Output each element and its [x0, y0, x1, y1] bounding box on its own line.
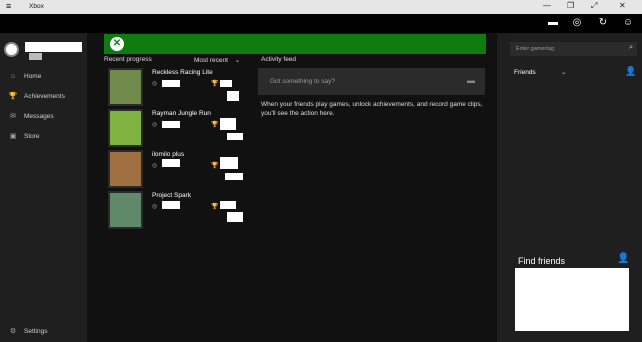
friends-panel: Enter gamertag ⌕ Friends ⌄ 👤 Find friend…: [505, 33, 642, 342]
game-art: [108, 68, 143, 106]
nav-home-label: Home: [24, 72, 42, 80]
restore-icon[interactable]: ❐: [567, 1, 574, 10]
smile-icon[interactable]: ☺: [622, 17, 634, 29]
achievements-redacted: [220, 201, 236, 209]
top-toolbar: ▬ ◎ ↻ ☺: [0, 14, 642, 33]
store-icon: ▣: [9, 133, 17, 140]
add-friend-icon[interactable]: 👤: [617, 253, 629, 264]
gamerscore-redacted: [29, 53, 42, 60]
nav-achievements-label: Achievements: [24, 92, 65, 100]
title-bar: ≡ Xbox — ❐ ⤢ ✕: [0, 0, 642, 14]
search-placeholder: Enter gamertag: [516, 46, 554, 52]
game-title: Reckless Racing Lite: [152, 69, 213, 76]
game-art: [108, 150, 143, 188]
gamerscore-icon: ◎: [152, 81, 158, 87]
game-title: ilomilo plus: [152, 151, 185, 158]
game-title: Project Spark: [152, 192, 192, 199]
nav-store[interactable]: ▣ Store: [8, 131, 40, 141]
game-art: [108, 109, 143, 147]
expand-icon[interactable]: ⤢: [591, 1, 597, 11]
game-tile[interactable]: Project Spark ◎ 🏆: [105, 191, 243, 231]
game-tile[interactable]: ilomilo plus ◎ 🏆: [105, 150, 243, 190]
trophy-icon: 🏆: [211, 81, 219, 87]
post-input[interactable]: Got something to say? ▬: [258, 68, 485, 95]
gamerscore-icon: ◎: [152, 204, 158, 210]
chevron-down-icon[interactable]: ⌄: [561, 68, 566, 76]
chevron-down-icon: ⌄: [234, 57, 241, 64]
game-tile[interactable]: Rayman Jungle Run ◎ 🏆: [105, 109, 243, 149]
gamerscore-redacted: [162, 121, 180, 128]
achievements-redacted: [220, 157, 238, 169]
speech-bubble-icon[interactable]: ▬: [467, 76, 475, 85]
trophy-icon: 🏆: [211, 163, 219, 169]
nav-store-label: Store: [24, 132, 40, 140]
nav-home[interactable]: ⌂ Home: [8, 71, 41, 81]
achievements-redacted: [220, 118, 236, 130]
sort-label: Most recent: [194, 57, 228, 64]
gamertag-redacted: [25, 42, 82, 52]
gamerscore-redacted: [162, 80, 180, 87]
find-friends-redacted: [515, 268, 629, 331]
gear-icon: ⚙: [9, 328, 17, 335]
globe-icon[interactable]: ◎: [571, 17, 583, 29]
trophy-icon: 🏆: [211, 204, 219, 210]
trophy-icon: 🏆: [211, 122, 219, 128]
progress-redacted: [227, 133, 243, 140]
gamerscore-icon: ◎: [152, 122, 158, 128]
game-tile[interactable]: Reckless Racing Lite ◎ 🏆: [105, 68, 239, 108]
messages-icon[interactable]: ▬: [547, 17, 559, 29]
post-placeholder: Got something to say?: [270, 78, 336, 85]
sync-icon[interactable]: ↻: [597, 17, 609, 29]
left-nav: ⌂ Home 🏆 Achievements ✉ Messages ▣ Store…: [0, 33, 87, 342]
progress-redacted: [227, 91, 239, 101]
nav-settings-label: Settings: [24, 327, 48, 335]
feed-empty-message: When your friends play games, unlock ach…: [261, 101, 483, 117]
search-icon[interactable]: ⌕: [629, 44, 633, 52]
achievements-redacted: [220, 80, 232, 87]
nav-messages-label: Messages: [24, 112, 54, 120]
nav-settings[interactable]: ⚙ Settings: [8, 326, 48, 336]
game-title: Rayman Jungle Run: [152, 110, 211, 117]
main-content: ✕ Recent progress Most recent ⌄ Reckless…: [87, 33, 497, 342]
close-icon[interactable]: ✕: [619, 1, 626, 10]
friends-dropdown-label[interactable]: Friends: [514, 69, 536, 76]
gamertag-search-input[interactable]: Enter gamertag ⌕: [510, 42, 637, 56]
progress-redacted: [227, 212, 243, 222]
trophy-icon: 🏆: [8, 93, 18, 100]
window-title: Xbox: [29, 3, 44, 10]
hamburger-menu-icon[interactable]: ≡: [6, 1, 11, 11]
gamerscore-redacted: [162, 201, 180, 209]
activity-feed-label: Activity feed: [261, 56, 297, 63]
profile-banner: ✕: [104, 34, 486, 54]
minimize-icon[interactable]: —: [543, 1, 551, 10]
envelope-icon: ✉: [10, 113, 16, 120]
recent-progress-label: Recent progress: [104, 56, 152, 63]
sort-dropdown[interactable]: Most recent ⌄: [194, 56, 240, 64]
xbox-logo-icon: ✕: [110, 37, 124, 51]
home-icon: ⌂: [10, 72, 16, 80]
nav-achievements[interactable]: 🏆 Achievements: [8, 91, 65, 101]
gamerscore-icon: ◎: [152, 163, 158, 169]
avatar[interactable]: [4, 42, 19, 57]
find-friends-label: Find friends: [518, 256, 566, 266]
nav-messages[interactable]: ✉ Messages: [8, 111, 54, 121]
add-friend-icon[interactable]: 👤: [625, 66, 636, 77]
progress-redacted: [225, 173, 243, 180]
gamerscore-redacted: [162, 159, 180, 167]
game-art: [108, 191, 143, 229]
